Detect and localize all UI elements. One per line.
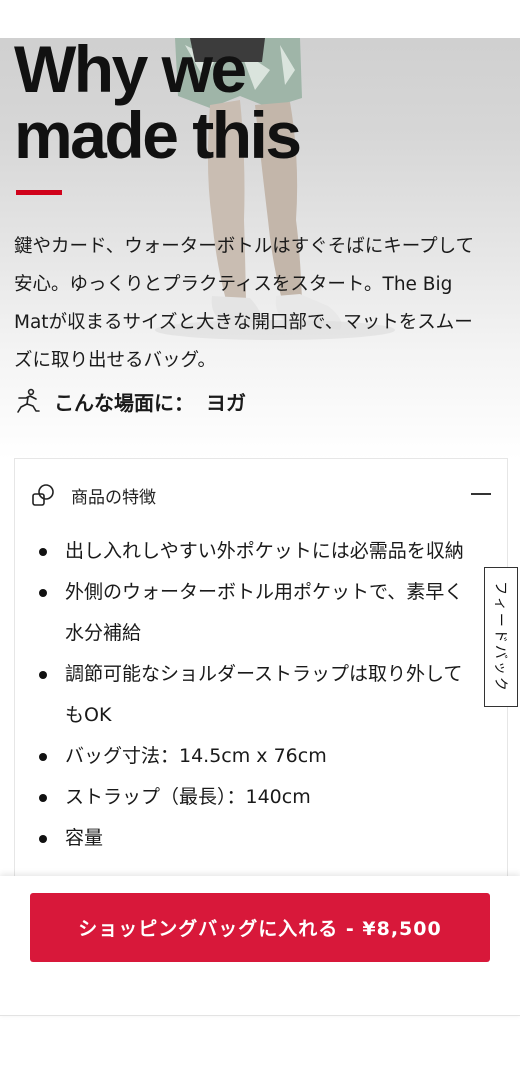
list-item: バッグ寸法：14.5cm x 76cm bbox=[15, 736, 507, 777]
hero-section: Why we made this 鍵やカード、ウォーターボトルはすぐそばにキープ… bbox=[0, 0, 520, 460]
activity-row: こんな場面に： ヨガ bbox=[14, 384, 246, 418]
list-item: 容量 bbox=[15, 818, 507, 859]
accent-line bbox=[16, 190, 62, 195]
feedback-label: フィードバック bbox=[492, 581, 509, 693]
list-item: 出し入れしやすい外ポケットには必需品を収納 bbox=[15, 531, 507, 572]
minus-icon[interactable] bbox=[471, 493, 491, 495]
list-item: ストラップ（最長）：140cm bbox=[15, 777, 507, 818]
activity-value: ヨガ bbox=[206, 390, 246, 415]
divider bbox=[0, 1015, 520, 1016]
product-description: 鍵やカード、ウォーターボトルはすぐそばにキープして安心。ゆっくりとプラクティスを… bbox=[14, 236, 475, 371]
list-item: 外側のウォーターボトル用ポケットで、素早く水分補給 bbox=[15, 572, 507, 654]
add-to-bag-button[interactable]: ショッピングバッグに入れる - ¥8,500 bbox=[30, 893, 490, 962]
shapes-icon bbox=[32, 484, 54, 506]
features-panel-title: 商品の特徴 bbox=[71, 488, 156, 508]
yoga-pose-icon bbox=[17, 388, 40, 413]
product-features-panel: 商品の特徴 出し入れしやすい外ポケットには必需品を収納 外側のウォーターボトル用… bbox=[14, 458, 508, 880]
page-title: Why we made this bbox=[14, 32, 302, 172]
activity-label: こんな場面に： bbox=[54, 390, 194, 415]
bottom-action-bar: ショッピングバッグに入れる - ¥8,500 bbox=[0, 876, 520, 1016]
features-panel-header[interactable]: 商品の特徴 bbox=[15, 459, 507, 531]
list-item: 調節可能なショルダーストラップは取り外してもOK bbox=[15, 654, 507, 736]
feedback-tab[interactable]: フィードバック bbox=[484, 567, 518, 707]
features-list: 出し入れしやすい外ポケットには必需品を収納 外側のウォーターボトル用ポケットで、… bbox=[15, 531, 507, 859]
